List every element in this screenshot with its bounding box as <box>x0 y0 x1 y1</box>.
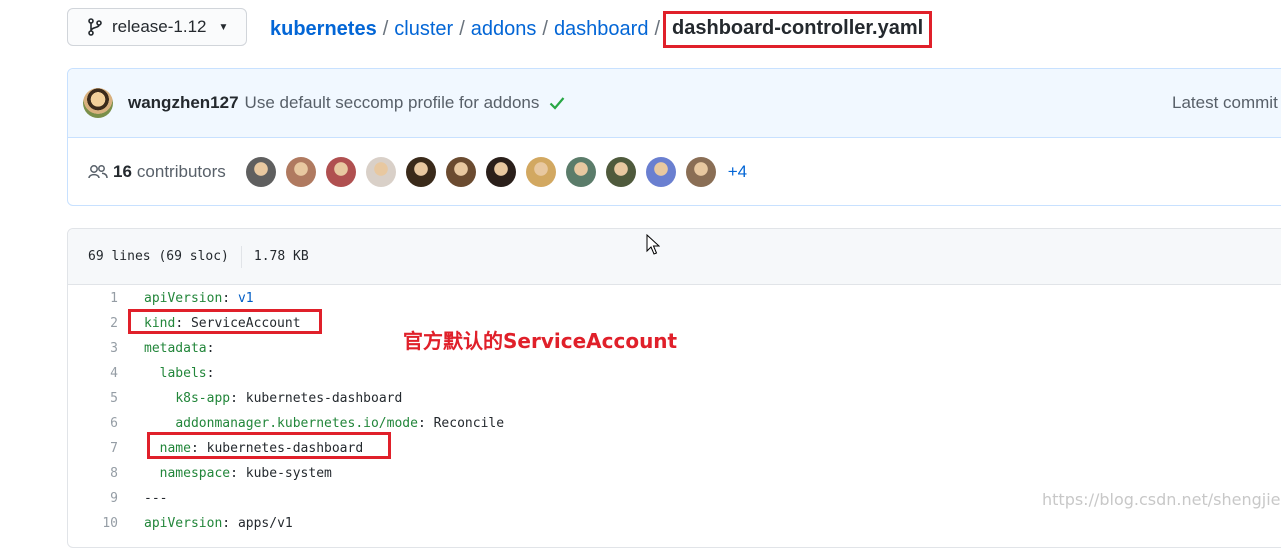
latest-commit-label[interactable]: Latest commit <box>1172 93 1278 113</box>
more-contributors-link[interactable]: +4 <box>728 162 747 182</box>
contributor-avatar[interactable] <box>405 157 436 187</box>
contributor-avatar[interactable] <box>325 157 356 187</box>
code-text: labels: <box>159 366 215 381</box>
commit-message[interactable]: Use default seccomp profile for addons <box>245 93 540 113</box>
contributors-row: 16 contributors +4 <box>68 138 1281 206</box>
breadcrumb-link-addons[interactable]: addons <box>471 18 537 41</box>
breadcrumb-link-cluster[interactable]: cluster <box>394 18 453 41</box>
breadcrumb-current-file: dashboard-controller.yaml <box>663 11 933 48</box>
line-number[interactable]: 7 <box>68 436 118 461</box>
code-line: 4 labels: <box>68 361 1268 386</box>
code-text: namespace: kube-system <box>159 466 332 481</box>
contributor-avatar[interactable] <box>445 157 476 187</box>
file-lines-info: 69 lines (69 sloc) <box>88 249 229 264</box>
contributor-avatar[interactable] <box>685 157 716 187</box>
git-branch-icon <box>88 18 102 36</box>
code-text: apiVersion: v1 <box>144 291 254 306</box>
code-line: 8 namespace: kube-system <box>68 461 1268 486</box>
commit-header: wangzhen127 Use default seccomp profile … <box>68 69 1281 138</box>
highlight-kind-box <box>128 309 322 334</box>
line-number[interactable]: 6 <box>68 411 118 436</box>
code-line: 1 apiVersion: v1 <box>68 286 1268 311</box>
breadcrumb-separator: / <box>459 18 465 40</box>
line-number[interactable]: 5 <box>68 386 118 411</box>
contributor-avatar[interactable] <box>245 157 276 187</box>
contributor-avatar[interactable] <box>365 157 396 187</box>
code-text: apiVersion: apps/v1 <box>144 516 293 531</box>
mouse-cursor-icon <box>646 233 661 261</box>
chevron-down-icon: ▼ <box>218 21 229 33</box>
breadcrumb-separator: / <box>542 18 548 40</box>
branch-select-button[interactable]: release-1.12 ▼ <box>67 8 247 46</box>
code-text: --- <box>144 491 168 506</box>
line-number[interactable]: 10 <box>68 511 118 536</box>
divider <box>240 245 242 268</box>
contributor-avatar[interactable] <box>525 157 556 187</box>
avatar[interactable] <box>83 88 113 118</box>
annotation-text: 官方默认的ServiceAccount <box>403 329 678 353</box>
highlight-name-box <box>147 432 391 459</box>
breadcrumb-separator: / <box>382 18 389 40</box>
breadcrumb-link-dashboard[interactable]: dashboard <box>554 18 649 41</box>
code-line: 10 apiVersion: apps/v1 <box>68 511 1268 536</box>
contributor-avatar[interactable] <box>485 157 516 187</box>
contributor-avatar[interactable] <box>645 157 676 187</box>
breadcrumb: kubernetes / cluster / addons / dashboar… <box>270 11 933 48</box>
contributor-avatar[interactable] <box>285 157 316 187</box>
contributors-count[interactable]: 16 <box>113 162 132 182</box>
contributors-label[interactable]: contributors <box>137 162 226 182</box>
breadcrumb-link-kubernetes[interactable]: kubernetes <box>270 18 377 41</box>
latest-commit-box: wangzhen127 Use default seccomp profile … <box>67 68 1281 206</box>
line-number[interactable]: 8 <box>68 461 118 486</box>
line-number[interactable]: 3 <box>68 336 118 361</box>
line-number[interactable]: 1 <box>68 286 118 311</box>
people-icon <box>88 164 108 180</box>
code-line: 5 k8s-app: kubernetes-dashboard <box>68 386 1268 411</box>
line-number[interactable]: 9 <box>68 486 118 511</box>
file-info-header: 69 lines (69 sloc) 1.78 KB <box>68 229 1281 285</box>
breadcrumb-separator: / <box>654 18 661 40</box>
line-number[interactable]: 2 <box>68 311 118 336</box>
file-size: 1.78 KB <box>253 249 309 264</box>
line-number[interactable]: 4 <box>68 361 118 386</box>
contributor-avatar[interactable] <box>605 157 636 187</box>
code-text: k8s-app: kubernetes-dashboard <box>175 391 403 406</box>
branch-label: release-1.12 <box>112 17 207 36</box>
contributor-avatars <box>245 157 726 187</box>
commit-author[interactable]: wangzhen127 <box>128 93 239 113</box>
code-text: metadata: <box>144 341 215 356</box>
contributor-avatar[interactable] <box>565 157 596 187</box>
check-icon[interactable] <box>549 96 565 110</box>
watermark: https://blog.csdn.net/shengjie87 <box>1042 490 1281 509</box>
